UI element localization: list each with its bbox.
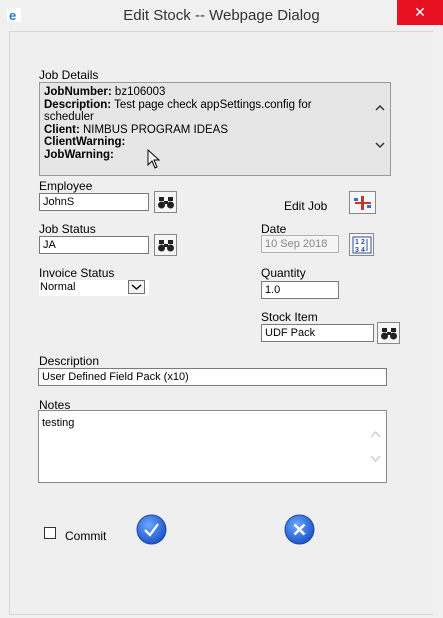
job-details-line: Client: NIMBUS PROGRAM IDEAS (44, 123, 229, 136)
window-title: Edit Stock -- Webpage Dialog (123, 7, 320, 24)
invoice-status-label: Invoice Status (39, 266, 115, 280)
description-field[interactable]: User Defined Field Pack (x10) (38, 368, 387, 386)
svg-text:3: 3 (355, 247, 359, 254)
commit-checkbox[interactable] (44, 527, 56, 539)
quantity-field[interactable]: 1.0 (261, 281, 339, 299)
stock-item-label: Stock Item (261, 310, 318, 324)
invoice-status-value: Normal (40, 281, 76, 293)
employee-field[interactable]: JohnS (39, 193, 149, 211)
job-details-label: Job Details (39, 68, 99, 82)
binoculars-icon (158, 197, 174, 209)
dropdown-button[interactable] (128, 280, 145, 294)
job-details-line: JobNumber: bz106003 (44, 86, 166, 98)
chevron-down-icon[interactable] (370, 454, 381, 463)
svg-text:1: 1 (355, 239, 359, 246)
job-details-box: JobNumber: bz106003 Description: Test pa… (39, 82, 391, 176)
svg-text:2: 2 (361, 239, 365, 246)
quantity-label: Quantity (261, 266, 306, 280)
date-label: Date (261, 222, 287, 236)
window-frame (433, 31, 443, 618)
chevron-down-icon (131, 284, 142, 290)
edit-job-button[interactable] (349, 191, 376, 214)
edit-job-label: Edit Job (284, 199, 328, 213)
date-picker-button[interactable]: 1 2 3 4 (349, 233, 374, 256)
svg-text:4: 4 (361, 247, 365, 254)
job-details-content: JobNumber: bz106003 Description: Test pa… (44, 86, 366, 161)
job-status-lookup-button[interactable] (154, 234, 177, 256)
job-details-scrollbar[interactable] (370, 83, 390, 175)
job-status-field[interactable]: JA (39, 236, 149, 254)
binoculars-icon (381, 328, 397, 340)
job-details-line: scheduler (44, 111, 94, 123)
job-details-line: Description: Test page check appSettings… (44, 98, 312, 111)
ok-button[interactable] (136, 514, 167, 545)
stock-item-field[interactable]: UDF Pack (261, 324, 374, 342)
calculator-icon: 1 2 3 4 (352, 236, 372, 254)
edit-tools-icon (354, 196, 371, 210)
stock-item-lookup-button[interactable] (377, 322, 400, 344)
chevron-down-icon[interactable] (375, 140, 385, 150)
mouse-cursor-icon (147, 149, 161, 169)
invoice-status-select[interactable]: Normal (39, 280, 149, 296)
job-status-label: Job Status (39, 222, 96, 236)
chevron-up-icon[interactable] (375, 103, 385, 113)
employee-lookup-button[interactable] (154, 191, 177, 213)
date-field: 10 Sep 2018 (261, 235, 339, 253)
cancel-button[interactable] (284, 514, 315, 545)
description-label: Description (39, 354, 100, 368)
chevron-up-icon[interactable] (370, 430, 381, 439)
close-button[interactable]: ✕ (397, 0, 443, 25)
commit-label: Commit (65, 529, 107, 543)
notes-value: testing (42, 417, 75, 429)
notes-textarea[interactable]: testing (38, 410, 387, 483)
binoculars-icon (158, 240, 174, 252)
title-bar: e Edit Stock -- Webpage Dialog ✕ (0, 0, 443, 31)
job-details-line: JobWarning: (44, 148, 114, 161)
employee-label: Employee (39, 179, 93, 193)
job-details-line: ClientWarning: (44, 136, 126, 148)
